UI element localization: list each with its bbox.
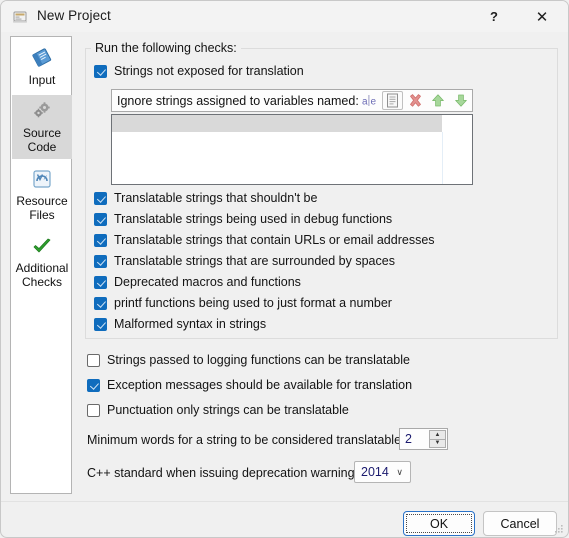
- checkbox-label: Translatable strings that shouldn't be: [114, 191, 318, 205]
- resize-grip-icon[interactable]: [553, 523, 564, 534]
- checkbox-indicator[interactable]: [87, 403, 100, 417]
- checkbox-indicator[interactable]: [94, 64, 107, 78]
- checkbox-indicator[interactable]: [94, 296, 107, 310]
- svg-text:a: a: [362, 97, 368, 108]
- checkbox-indicator[interactable]: [94, 191, 107, 205]
- cancel-button[interactable]: Cancel: [483, 511, 557, 536]
- sidebar-item-resource-files[interactable]: x Resource Files: [12, 163, 72, 227]
- minimum-words-value[interactable]: 2: [405, 432, 412, 446]
- stepper-up-icon[interactable]: ▲: [429, 430, 446, 440]
- cpp-standard-label: C++ standard when issuing deprecation wa…: [87, 466, 365, 480]
- resource-files-icon: x: [30, 167, 54, 191]
- checkbox-indicator[interactable]: [94, 212, 107, 226]
- stepper-arrows: ▲ ▼: [429, 430, 446, 448]
- checkbox-label: printf functions being used to just form…: [114, 296, 392, 310]
- move-down-icon[interactable]: [451, 91, 472, 110]
- check-urls-emails[interactable]: Translatable strings that contain URLs o…: [94, 233, 435, 247]
- checkbox-label: Translatable strings that contain URLs o…: [114, 233, 435, 247]
- green-check-icon: [30, 234, 54, 258]
- check-debug-functions[interactable]: Translatable strings being used in debug…: [94, 212, 392, 226]
- minimum-words-label: Minimum words for a string to be conside…: [87, 433, 405, 447]
- check-printf-format-number[interactable]: printf functions being used to just form…: [94, 296, 392, 310]
- checkbox-label: Strings passed to logging functions can …: [107, 353, 410, 367]
- groupbox-title: Run the following checks:: [91, 41, 241, 55]
- help-button[interactable]: ?: [471, 1, 517, 32]
- sidebar-item-label: Additional Checks: [15, 261, 69, 289]
- check-malformed-syntax[interactable]: Malformed syntax in strings: [94, 317, 266, 331]
- sidebar-item-label: Source Code: [22, 126, 62, 154]
- check-deprecated-macros[interactable]: Deprecated macros and functions: [94, 275, 301, 289]
- minimum-words-stepper[interactable]: 2 ▲ ▼: [399, 428, 448, 450]
- sidebar-item-label: Resource Files: [16, 194, 68, 222]
- list-document-icon[interactable]: [381, 91, 403, 110]
- checkbox-label: Translatable strings being used in debug…: [114, 212, 393, 226]
- ok-button[interactable]: OK: [403, 511, 475, 536]
- cpp-standard-value: 2014: [361, 465, 389, 479]
- sidebar-item-label: Input: [28, 73, 56, 87]
- app-window-icon: [12, 9, 28, 25]
- list-header-row: [112, 115, 442, 132]
- checkbox-indicator[interactable]: [87, 353, 100, 367]
- gears-icon: [30, 99, 54, 123]
- rename-icon[interactable]: a e: [359, 91, 380, 110]
- check-strings-not-exposed[interactable]: Strings not exposed for translation: [94, 64, 304, 78]
- sidebar-item-input[interactable]: Input: [12, 42, 72, 92]
- option-exception-messages-translatable[interactable]: Exception messages should be available f…: [87, 378, 412, 392]
- option-logging-functions-translatable[interactable]: Strings passed to logging functions can …: [87, 353, 410, 367]
- svg-text:x: x: [44, 175, 48, 182]
- sidebar-item-additional-checks[interactable]: Additional Checks: [12, 230, 72, 294]
- checkbox-label: Exception messages should be available f…: [107, 378, 413, 392]
- new-project-dialog: New Project ? ✕ Input Source Code x Reso…: [0, 0, 569, 538]
- checkbox-indicator[interactable]: [94, 317, 107, 331]
- sidebar-item-source-code[interactable]: Source Code: [12, 95, 72, 159]
- option-punctuation-only-translatable[interactable]: Punctuation only strings can be translat…: [87, 403, 349, 417]
- checkbox-label: Deprecated macros and functions: [114, 275, 301, 289]
- checkbox-indicator[interactable]: [94, 275, 107, 289]
- list-column-separator: [442, 132, 443, 184]
- window-title: New Project: [37, 8, 111, 23]
- chevron-down-icon: ∨: [396, 466, 403, 477]
- footer-divider: [1, 501, 568, 502]
- checkbox-label: Strings not exposed for translation: [114, 64, 304, 78]
- sidebar: Input Source Code x Resource Files Addit…: [10, 36, 72, 494]
- check-translatable-shouldnt-be[interactable]: Translatable strings that shouldn't be: [94, 191, 317, 205]
- close-button[interactable]: ✕: [519, 1, 565, 32]
- cpp-standard-select[interactable]: 2014 ∨: [354, 461, 411, 483]
- ignore-strings-toolbar: Ignore strings assigned to variables nam…: [111, 89, 473, 112]
- delete-icon[interactable]: [405, 91, 426, 110]
- ignored-variables-list[interactable]: [111, 114, 473, 185]
- check-surrounded-by-spaces[interactable]: Translatable strings that are surrounded…: [94, 254, 395, 268]
- stepper-down-icon[interactable]: ▼: [429, 439, 446, 448]
- checkbox-label: Malformed syntax in strings: [114, 317, 267, 331]
- blue-book-icon: [30, 46, 54, 70]
- checkbox-indicator[interactable]: [87, 378, 100, 392]
- move-up-icon[interactable]: [428, 91, 449, 110]
- checkbox-label: Punctuation only strings can be translat…: [107, 403, 349, 417]
- ignore-strings-label: Ignore strings assigned to variables nam…: [117, 93, 359, 108]
- checkbox-label: Translatable strings that are surrounded…: [114, 254, 395, 268]
- checkbox-indicator[interactable]: [94, 233, 107, 247]
- checkbox-indicator[interactable]: [94, 254, 107, 268]
- title-bar: New Project ? ✕: [1, 1, 568, 32]
- svg-text:e: e: [370, 97, 376, 108]
